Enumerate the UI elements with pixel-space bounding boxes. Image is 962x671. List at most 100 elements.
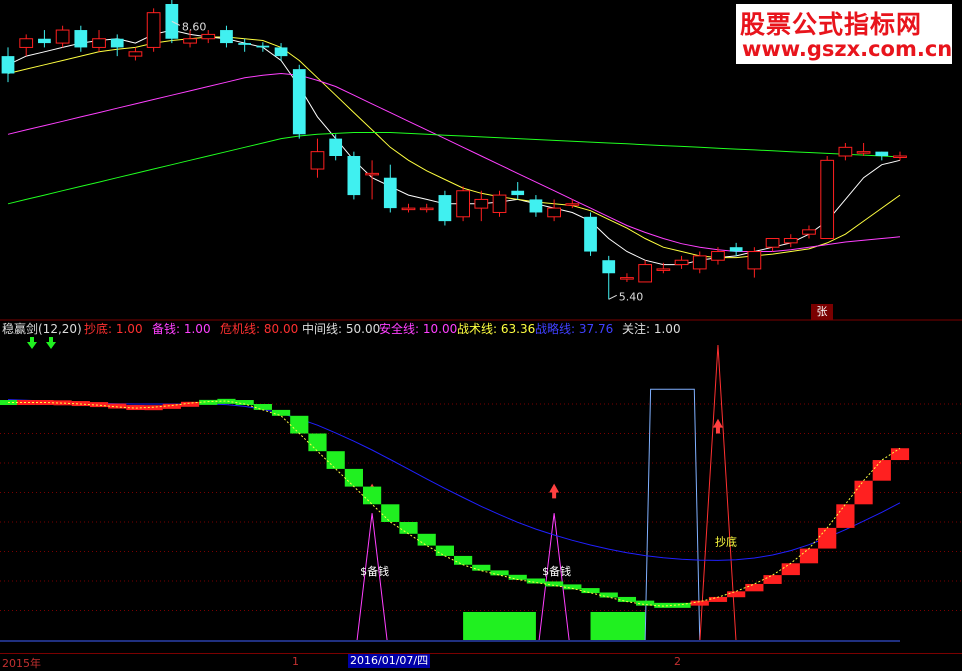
candle [146,12,161,48]
candle [875,151,889,156]
zhanshu-block [108,403,127,409]
candle [656,268,671,271]
watermark: 股票公式指标网 www.gszx.com.cn [736,4,952,64]
candle [128,51,143,57]
candle [419,207,434,211]
zhanshu-block [490,570,509,576]
zhanshu-block [890,448,910,461]
date-year: 2015年 [2,657,41,670]
candle [747,251,762,270]
param-beiqian: 备钱: 1.00 [152,322,211,336]
beiqian-label: $备钱 [360,564,389,578]
zhanshu-block [781,563,800,576]
param-chaodi: 抄底: 1.00 [84,322,143,336]
zhanshu-block [763,575,782,584]
param-zhongjian: 中间线: 50.00 [302,322,381,336]
high-price-label: 8.60 [182,20,207,33]
candle [565,203,580,206]
zhanshu-block [199,399,218,405]
param-zhanshu: 战术线: 63.36 [457,322,536,336]
zhang-badge[interactable]: 张 [811,304,833,320]
zhanshu-block [362,486,382,505]
zhanshu-block [545,581,564,587]
candle [238,43,252,45]
date-mark-1: 1 [292,655,299,668]
candle [802,229,816,235]
candle [201,33,216,40]
selected-date[interactable]: 2016/01/07/四 [348,654,431,668]
zhanshu-block [472,564,491,571]
candle [729,247,743,252]
down-arrow-icon [27,337,37,349]
zhanshu-block [872,460,891,481]
candle [110,38,124,48]
param-guanzhu: 关注: 1.00 [622,322,681,336]
zhanshu-block [344,468,363,487]
param-anquan: 安全线: 10.00 [379,322,458,336]
beiqian-label: $备钱 [542,564,571,578]
watermark-title: 股票公式指标网 [740,10,923,39]
candle [274,47,288,57]
candle [529,199,543,213]
candle [92,38,106,48]
param-zhanlue: 战略线: 37.76 [535,322,614,336]
param-weiji: 危机线: 80.00 [220,322,299,336]
zhanshu-block [399,522,418,534]
candle [474,198,489,209]
candle [55,29,70,44]
up-arrow-icon [712,418,723,434]
zhanshu-block [818,527,837,549]
zhanshu-block [271,409,291,416]
zhanshu-block [290,415,309,434]
zhanshu-block [836,504,855,528]
candle [292,69,306,135]
candle [547,207,561,218]
candle [19,38,34,48]
candle [674,259,689,266]
candle [183,38,197,44]
zhanshu-block [654,602,673,608]
ma-line-ma10 [7,36,901,259]
zhanshu-block [308,433,327,452]
candle [602,260,616,274]
up-arrow-icon [549,483,560,499]
candle [856,151,871,154]
date-mark-2: 2 [674,655,681,668]
candle [893,155,907,158]
candle [256,45,270,48]
candle [783,238,798,244]
candle [711,251,725,261]
candle [347,156,361,196]
candle [329,138,343,156]
candle [584,216,597,252]
low-pointer [608,294,617,300]
date-axis[interactable]: 2015年 1 2 [0,653,962,671]
zhanshu-block [435,545,454,556]
candle [456,190,470,218]
signal-block [590,611,646,640]
candle [383,177,397,209]
candle [401,207,416,211]
candle [692,255,707,270]
candle [74,30,88,48]
zhanshu-block [417,533,436,546]
candle [38,38,51,44]
candle [838,146,853,157]
zhanshu-block [581,588,600,594]
low-price-label: 5.40 [619,290,644,303]
signal-block [463,611,536,640]
candle [620,277,634,280]
zhanshu-block [690,600,709,606]
zhanshu-block [799,548,819,564]
candle [438,195,452,222]
zhanshu-block [745,583,764,592]
indicator-name: 稳赢剑(12,20) [2,322,82,336]
chaodi-label: 抄底 [715,535,737,549]
candle [365,172,379,176]
ma-line-ma30 [7,72,901,252]
candle [638,264,653,283]
zhanlue-line [7,399,901,561]
watermark-url: www.gszx.com.cn [742,37,953,61]
candle [492,194,507,213]
zhanshu-block [326,451,345,469]
